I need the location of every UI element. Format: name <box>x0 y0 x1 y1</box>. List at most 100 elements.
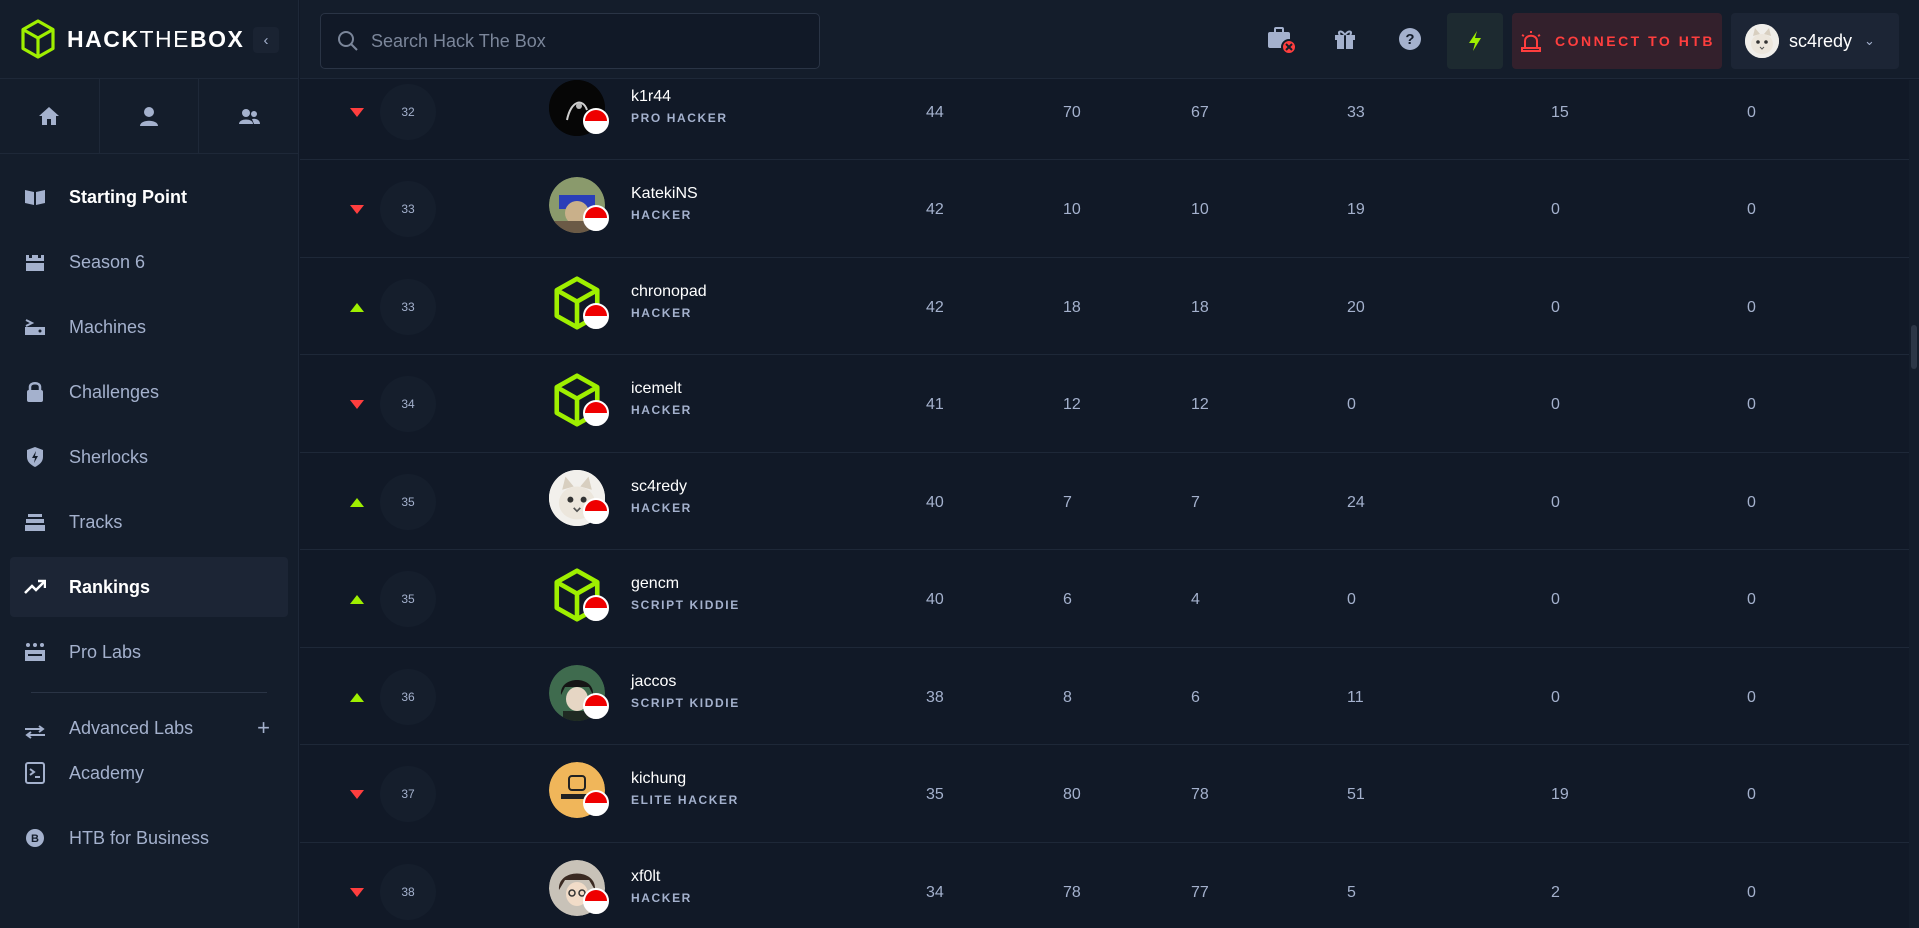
rankings-table: 32 k1r44 PRO HACKER 44 70 67 33 15 0 33 KatekiNS HA… <box>300 80 1909 928</box>
stat-cell-5: 19 <box>1551 786 1569 803</box>
nav-starting-point[interactable]: Starting Point <box>10 167 288 227</box>
user-rank-title: SCRIPT KIDDIE <box>631 695 740 710</box>
trend-down-icon <box>350 205 364 214</box>
nav-season[interactable]: Season 6 <box>10 232 288 292</box>
gift-icon <box>1335 30 1355 49</box>
stat-cell-6: 0 <box>1747 786 1756 803</box>
stat-cell-5: 0 <box>1551 201 1560 218</box>
trend-up-icon <box>350 595 364 604</box>
country-flag-icon <box>583 692 609 719</box>
user-rank-title: HACKER <box>631 305 692 320</box>
stat-cell-6: 0 <box>1747 298 1756 316</box>
user-name[interactable]: gencm <box>631 575 679 593</box>
user-name[interactable]: icemelt <box>631 380 682 398</box>
rank-badge: 33 <box>380 181 436 237</box>
nav-academy[interactable]: Academy <box>10 743 288 803</box>
vpn-toolbox-button[interactable] <box>1264 22 1298 56</box>
book-icon <box>24 186 46 208</box>
home-icon <box>39 107 60 125</box>
search-icon <box>338 31 358 51</box>
nav-challenges[interactable]: Challenges <box>10 362 288 422</box>
collapse-sidebar-button[interactable]: ‹ <box>253 27 279 53</box>
team-button[interactable] <box>199 79 298 153</box>
gift-button[interactable] <box>1328 22 1362 56</box>
nav-label: Rankings <box>69 576 151 597</box>
trend-down-icon <box>350 107 364 117</box>
nav-machines[interactable]: Machines <box>10 297 288 357</box>
scrollbar[interactable] <box>1909 80 1919 928</box>
nav-sherlocks[interactable]: Sherlocks <box>10 427 288 487</box>
quick-links <box>0 79 298 154</box>
stat-cell-2: 7 <box>1063 493 1072 511</box>
nav-pro-labs[interactable]: Pro Labs <box>10 622 288 682</box>
nav-htb-business[interactable]: B HTB for Business <box>10 808 288 868</box>
expand-plus-icon[interactable]: + <box>257 715 270 739</box>
nav-rankings[interactable]: Rankings <box>10 557 288 617</box>
table-row[interactable]: 35 gencm SCRIPT KIDDIE 40 6 4 0 0 0 <box>300 551 1909 648</box>
nav-tracks[interactable]: Tracks <box>10 492 288 552</box>
user-name[interactable]: chronopad <box>631 283 707 301</box>
trending-up-icon <box>24 576 46 598</box>
terminal-icon <box>24 762 46 784</box>
stat-cell-1: 38 <box>926 688 944 706</box>
stat-cell-6: 0 <box>1747 396 1756 413</box>
user-name[interactable]: xf0lt <box>631 868 660 886</box>
user-name[interactable]: KatekiNS <box>631 185 698 203</box>
stat-cell-1: 40 <box>926 591 944 608</box>
stat-cell-2: 12 <box>1063 396 1081 413</box>
table-row[interactable]: 33 chronopad HACKER 42 18 18 20 0 0 <box>300 258 1909 355</box>
nav-label: Season 6 <box>69 251 146 272</box>
country-flag-icon <box>583 595 609 621</box>
rank-badge: 38 <box>380 863 436 920</box>
nav-label: HTB for Business <box>69 827 210 848</box>
user-menu-button[interactable]: sc4redy ⌄ <box>1731 13 1899 69</box>
rank-badge: 34 <box>380 376 436 432</box>
stat-cell-1: 42 <box>926 298 944 316</box>
profile-button[interactable] <box>100 79 200 153</box>
stat-cell-4: 11 <box>1347 688 1364 706</box>
table-row[interactable]: 36 jaccos SCRIPT KIDDIE 38 8 6 11 0 0 <box>300 648 1909 745</box>
stat-cell-1: 44 <box>926 103 944 121</box>
connect-to-htb-button[interactable]: CONNECT TO HTB <box>1512 13 1722 69</box>
table-row[interactable]: 38 xf0lt HACKER 34 78 77 5 2 0 <box>300 843 1909 928</box>
stat-cell-3: 77 <box>1191 883 1209 901</box>
nav-label: Pro Labs <box>69 641 142 662</box>
cat-avatar-icon <box>1745 24 1779 58</box>
stat-cell-1: 34 <box>926 883 944 901</box>
user-name[interactable]: k1r44 <box>631 88 671 106</box>
stat-cell-4: 0 <box>1347 591 1356 608</box>
stat-cell-6: 0 <box>1747 493 1756 511</box>
table-row[interactable]: 32 k1r44 PRO HACKER 44 70 67 33 15 0 <box>300 80 1909 160</box>
scrollbar-thumb[interactable] <box>1911 325 1917 369</box>
stat-cell-6: 0 <box>1747 883 1756 901</box>
table-row[interactable]: 37 kichung ELITE HACKER 35 80 78 51 19 0 <box>300 746 1909 843</box>
user-rank-title: PRO HACKER <box>631 110 728 125</box>
user-name[interactable]: sc4redy <box>631 478 687 496</box>
stat-cell-3: 18 <box>1191 298 1209 316</box>
table-row[interactable]: 33 KatekiNS HACKER 42 10 10 19 0 0 <box>300 161 1909 258</box>
toolbox-offline-icon <box>1268 27 1297 55</box>
user-icon <box>140 107 158 126</box>
help-button[interactable]: ? <box>1393 22 1427 56</box>
quick-actions-button[interactable] <box>1447 13 1503 69</box>
search-box[interactable] <box>320 13 820 69</box>
trend-down-icon <box>350 400 364 409</box>
home-button[interactable] <box>0 79 100 153</box>
nav-advanced-labs[interactable]: Advanced Labs + <box>10 707 288 739</box>
stat-cell-5: 0 <box>1551 493 1560 511</box>
table-row[interactable]: 34 icemelt HACKER 41 12 12 0 0 0 <box>300 356 1909 453</box>
bolt-icon <box>1469 31 1481 51</box>
stat-cell-1: 42 <box>926 201 944 218</box>
svg-text:?: ? <box>1405 31 1414 48</box>
table-row[interactable]: 35 sc4redy HACKER 40 7 7 24 0 0 <box>300 453 1909 550</box>
user-rank-title: SCRIPT KIDDIE <box>631 598 740 612</box>
country-flag-icon <box>583 302 609 329</box>
rank-badge: 37 <box>380 766 436 822</box>
user-name[interactable]: jaccos <box>631 673 676 691</box>
stat-cell-6: 0 <box>1747 201 1756 218</box>
search-input[interactable] <box>371 30 791 52</box>
stat-cell-2: 78 <box>1063 883 1081 901</box>
user-name[interactable]: kichung <box>631 770 686 788</box>
country-flag-icon <box>583 205 609 231</box>
stat-cell-2: 6 <box>1063 591 1072 608</box>
